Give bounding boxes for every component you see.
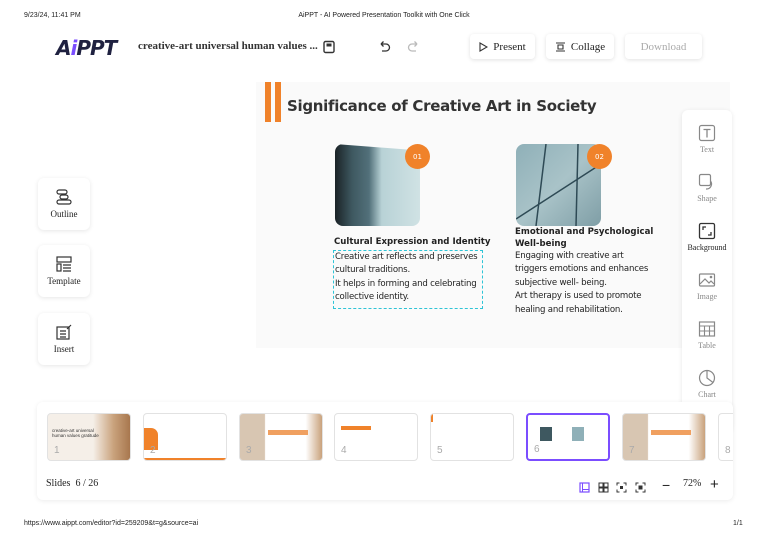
save-icon[interactable] <box>322 40 336 59</box>
image-tool-label: Image <box>697 291 717 301</box>
aippt-logo[interactable]: AiPPT <box>56 36 117 60</box>
thumb-number: 8 <box>725 445 731 456</box>
heading-line: Well-being <box>515 239 567 249</box>
text-icon <box>698 124 716 141</box>
table-tool-label: Table <box>698 340 716 350</box>
download-label: Download <box>640 40 687 53</box>
insert-icon <box>56 324 72 340</box>
table-icon <box>698 320 716 337</box>
print-page-title: AiPPT - AI Powered Presentation Toolkit … <box>298 12 470 19</box>
collage-button[interactable]: Collage <box>546 34 614 59</box>
text-line: Engaging with creative art <box>515 251 624 261</box>
slide-thumb-5[interactable]: 5 <box>430 413 514 461</box>
image-icon <box>698 272 716 287</box>
undo-icon[interactable] <box>377 40 391 59</box>
slide-counter: Slides 6 / 26 <box>46 478 98 489</box>
redo-icon[interactable] <box>407 40 421 59</box>
slide-thumb-8[interactable]: 8 <box>718 413 733 461</box>
background-tool-label: Background <box>687 242 727 252</box>
slide-title[interactable]: Significance of Creative Art in Society <box>287 97 597 115</box>
text-line: subjective well- being. <box>515 277 607 288</box>
text-line: cultural traditions. <box>335 265 410 276</box>
text-line: triggers emotions and enhances <box>515 264 649 275</box>
insert-label: Insert <box>53 344 75 354</box>
template-button[interactable]: Template <box>38 245 90 297</box>
fullscreen-icon[interactable] <box>635 480 646 498</box>
slide-thumb-4[interactable]: 4 <box>334 413 418 461</box>
thumb-number: 7 <box>629 445 635 456</box>
shape-tool-label: Shape <box>697 193 717 203</box>
slide-thumb-2[interactable]: 2 <box>143 413 227 461</box>
badge-02: 02 <box>587 144 612 169</box>
play-icon <box>479 41 489 52</box>
download-button[interactable]: Download <box>625 34 702 59</box>
print-page-number: 1/1 <box>733 520 743 527</box>
text-line: Creative art reflects and preserves <box>335 252 478 262</box>
zoom-level: 72% <box>683 478 702 489</box>
right-toolbar: Text Shape Background Image Table Chart <box>682 110 732 432</box>
accent-bar <box>275 82 281 122</box>
zoom-out-button[interactable]: − <box>662 477 670 493</box>
slide-thumb-7[interactable]: 7 <box>622 413 706 461</box>
text-line: Art therapy is used to promote <box>515 291 642 302</box>
shape-tool[interactable]: Shape <box>682 163 732 212</box>
present-label: Present <box>493 40 526 53</box>
print-url: https://www.aippt.com/editor?id=259209&t… <box>24 520 199 527</box>
present-button[interactable]: Present <box>470 34 535 59</box>
chart-icon <box>698 369 716 386</box>
text-tool-label: Text <box>699 144 715 154</box>
insert-button[interactable]: Insert <box>38 313 90 365</box>
text-line: It helps in forming and celebrating <box>335 278 477 289</box>
item-2-textbox[interactable]: Engaging with creative art triggers emot… <box>515 250 675 317</box>
slides-count: 6 / 26 <box>75 478 99 489</box>
thumb-number: 2 <box>150 445 156 456</box>
item-1-heading[interactable]: Cultural Expression and Identity <box>334 237 491 247</box>
slide-canvas[interactable]: Significance of Creative Art in Society … <box>256 82 730 348</box>
thumb-number: 4 <box>341 445 347 456</box>
badge-01: 01 <box>405 144 430 169</box>
shape-icon <box>698 173 713 190</box>
thumb-text: creative-art universal human values grat… <box>52 428 99 438</box>
item-2-heading[interactable]: Emotional and Psychological Well-being <box>515 226 653 250</box>
slides-label: Slides <box>46 478 71 489</box>
accent-bar <box>265 82 271 122</box>
template-icon <box>56 256 72 272</box>
item-1-textbox[interactable]: Creative art reflects and preserves cult… <box>333 250 483 309</box>
zoom-in-button[interactable]: + <box>710 476 719 493</box>
template-label: Template <box>47 276 81 286</box>
heading-line: Emotional and Psychological <box>515 227 654 237</box>
outline-label: Outline <box>50 209 78 219</box>
collage-label: Collage <box>570 40 606 53</box>
thumb-number: 5 <box>437 445 443 456</box>
text-tool[interactable]: Text <box>682 114 732 163</box>
fit-screen-icon[interactable] <box>616 480 627 498</box>
thumb-number: 3 <box>246 445 252 456</box>
outline-button[interactable]: Outline <box>38 178 90 230</box>
collage-icon <box>555 41 565 52</box>
document-title[interactable]: creative-art universal human values ... <box>138 40 318 52</box>
grid-view-icon[interactable] <box>598 480 609 498</box>
background-tool[interactable]: Background <box>682 212 732 261</box>
text-line: collective identity. <box>335 292 409 303</box>
slide-thumb-1[interactable]: creative-art universal human values grat… <box>47 413 131 461</box>
text-line: healing and rehabilitation. <box>515 304 623 315</box>
thumb-number: 6 <box>534 444 540 455</box>
background-icon <box>698 222 716 239</box>
table-tool[interactable]: Table <box>682 310 732 359</box>
chart-tool-label: Chart <box>698 389 716 399</box>
image-tool[interactable]: Image <box>682 261 732 310</box>
list-view-icon[interactable] <box>579 480 590 498</box>
slide-thumb-6[interactable]: 6 <box>526 413 610 461</box>
thumb-number: 1 <box>54 445 60 456</box>
outline-icon <box>56 189 72 205</box>
slide-thumb-3[interactable]: 3 <box>239 413 323 461</box>
chart-tool[interactable]: Chart <box>682 359 732 408</box>
